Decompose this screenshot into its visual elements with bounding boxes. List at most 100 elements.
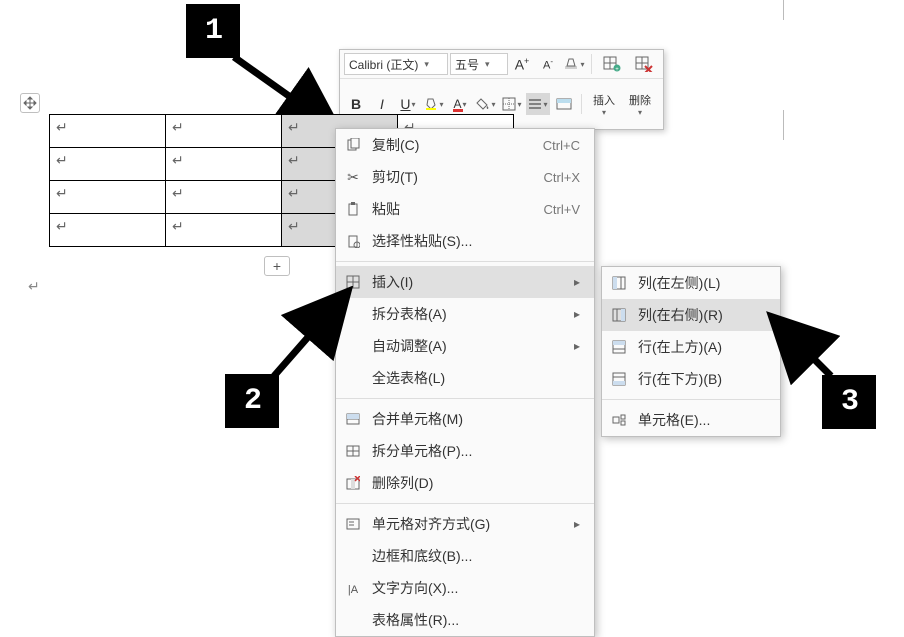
clipboard-icon <box>344 202 362 216</box>
insert-icon <box>344 275 362 289</box>
table-cell[interactable]: ↵ <box>50 115 166 148</box>
delete-table-icon <box>635 56 653 72</box>
submenu-col-right[interactable]: 列(在右侧)(R) <box>602 299 780 331</box>
insert-dropdown-label[interactable]: 插入▾ <box>587 82 621 126</box>
merge-button[interactable] <box>552 93 576 115</box>
insert-submenu: 列(在左侧)(L) 列(在右侧)(R) 行(在上方)(A) 行(在下方)(B) … <box>601 266 781 437</box>
menu-label: 行(在上方)(A) <box>638 337 766 357</box>
add-row-button[interactable]: + <box>264 256 290 276</box>
menu-split-table[interactable]: 拆分表格(A) <box>336 298 594 330</box>
menu-label: 自动调整(A) <box>372 336 564 356</box>
row-below-icon <box>610 372 628 386</box>
menu-paste[interactable]: 粘贴 Ctrl+V <box>336 193 594 225</box>
menu-cell-align[interactable]: 单元格对齐方式(G) <box>336 508 594 540</box>
submenu-arrow-icon <box>574 517 580 531</box>
menu-separator <box>602 399 780 400</box>
table-cell[interactable]: ↵ <box>50 148 166 181</box>
menu-delete-col[interactable]: 删除列(D) <box>336 467 594 499</box>
menu-separator <box>336 398 594 399</box>
submenu-row-above[interactable]: 行(在上方)(A) <box>602 331 780 363</box>
scissors-icon: ✂ <box>344 169 362 186</box>
table-cell[interactable]: ↵ <box>166 214 282 247</box>
shading-button[interactable]: ▾ <box>474 93 498 115</box>
menu-label: 列(在右侧)(R) <box>638 305 766 325</box>
menu-label: 拆分表格(A) <box>372 304 564 324</box>
context-menu: 复制(C) Ctrl+C ✂ 剪切(T) Ctrl+X 粘贴 Ctrl+V 选择… <box>335 128 595 637</box>
insert-dropdown[interactable]: + <box>597 53 627 75</box>
underline-button[interactable]: U▾ <box>396 93 420 115</box>
table-cell[interactable]: ↵ <box>166 115 282 148</box>
menu-select-all[interactable]: 全选表格(L) <box>336 362 594 394</box>
split-cells-icon <box>344 445 362 457</box>
menu-shortcut: Ctrl+C <box>543 138 580 153</box>
font-color-button[interactable]: A▾ <box>448 93 472 115</box>
align-button[interactable]: ▾ <box>526 93 550 115</box>
paste-special-icon <box>344 234 362 248</box>
table-cell[interactable]: ↵ <box>50 214 166 247</box>
submenu-row-below[interactable]: 行(在下方)(B) <box>602 363 780 395</box>
increase-font-size-button[interactable]: A+ <box>510 53 534 75</box>
menu-label: 表格属性(R)... <box>372 610 580 630</box>
menu-paste-special[interactable]: 选择性粘贴(S)... <box>336 225 594 257</box>
svg-text:+: + <box>615 67 619 72</box>
font-name-value: Calibri (正文) <box>349 56 418 73</box>
submenu-cells[interactable]: 单元格(E)... <box>602 404 780 436</box>
menu-copy[interactable]: 复制(C) Ctrl+C <box>336 129 594 161</box>
menu-label: 插入(I) <box>372 272 564 292</box>
menu-borders[interactable]: 边框和底纹(B)... <box>336 540 594 572</box>
highlight-button[interactable]: ▾ <box>422 93 446 115</box>
menu-autofit[interactable]: 自动调整(A) <box>336 330 594 362</box>
delete-dropdown-label[interactable]: 删除▾ <box>623 82 657 126</box>
menu-label: 行(在下方)(B) <box>638 369 766 389</box>
table-cell[interactable]: ↵ <box>166 148 282 181</box>
menu-merge-cells[interactable]: 合并单元格(M) <box>336 403 594 435</box>
submenu-col-left[interactable]: 列(在左侧)(L) <box>602 267 780 299</box>
cell-align-icon <box>344 518 362 530</box>
menu-label: 选择性粘贴(S)... <box>372 231 580 251</box>
cells-icon <box>610 414 628 426</box>
menu-insert[interactable]: 插入(I) <box>336 266 594 298</box>
menu-label: 全选表格(L) <box>372 368 580 388</box>
delete-dropdown[interactable] <box>629 53 659 75</box>
menu-label: 合并单元格(M) <box>372 409 580 429</box>
delete-col-icon <box>344 476 362 490</box>
table-cell[interactable]: ↵ <box>50 181 166 214</box>
copy-icon <box>344 138 362 152</box>
menu-label: 删除列(D) <box>372 473 580 493</box>
menu-shortcut: Ctrl+X <box>544 170 580 185</box>
menu-cut[interactable]: ✂ 剪切(T) Ctrl+X <box>336 161 594 193</box>
borders-button[interactable]: ▾ <box>500 93 524 115</box>
annotation-2: 2 <box>225 374 279 428</box>
menu-label: 拆分单元格(P)... <box>372 441 580 461</box>
submenu-arrow-icon <box>574 339 580 353</box>
font-name-combo[interactable]: Calibri (正文)▾ <box>344 53 448 75</box>
menu-table-props[interactable]: 表格属性(R)... <box>336 604 594 636</box>
paragraph-mark: ↵ <box>28 278 40 295</box>
menu-label: 文字方向(X)... <box>372 578 580 598</box>
table-move-handle[interactable] <box>20 93 40 113</box>
menu-separator <box>336 503 594 504</box>
decrease-font-size-button[interactable]: A- <box>536 53 560 75</box>
menu-split-cells[interactable]: 拆分单元格(P)... <box>336 435 594 467</box>
menu-text-dir[interactable]: |A 文字方向(X)... <box>336 572 594 604</box>
menu-label: 列(在左侧)(L) <box>638 273 766 293</box>
bold-button[interactable]: B <box>344 93 368 115</box>
row-above-icon <box>610 340 628 354</box>
annotation-1: 1 <box>186 4 240 58</box>
table-cell[interactable]: ↵ <box>166 181 282 214</box>
col-left-icon <box>610 276 628 290</box>
page-edge <box>783 110 784 140</box>
menu-label: 复制(C) <box>372 135 503 155</box>
menu-separator <box>336 261 594 262</box>
font-size-combo[interactable]: 五号▾ <box>450 53 508 75</box>
annotation-3: 3 <box>822 375 876 429</box>
menu-label: 粘贴 <box>372 199 504 219</box>
clear-format-button[interactable]: ▾ <box>562 53 586 75</box>
merge-cells-icon <box>344 413 362 425</box>
insert-table-icon: + <box>603 56 621 72</box>
menu-label: 单元格对齐方式(G) <box>372 514 564 534</box>
font-size-value: 五号 <box>455 56 479 73</box>
italic-button[interactable]: I <box>370 93 394 115</box>
page-edge <box>783 0 784 20</box>
menu-label: 边框和底纹(B)... <box>372 546 580 566</box>
